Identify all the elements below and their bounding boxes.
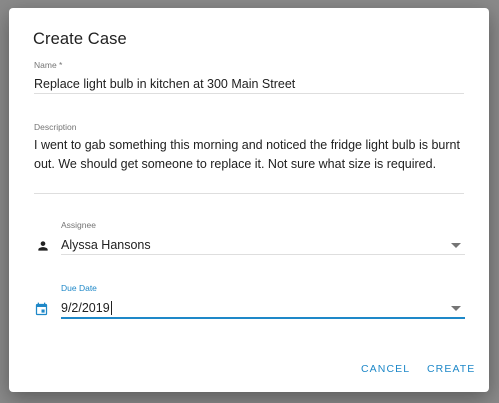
name-underline xyxy=(34,93,464,94)
description-underline xyxy=(34,193,464,194)
create-case-dialog: Create Case Name * Replace light bulb in… xyxy=(9,8,489,392)
name-field[interactable]: Replace light bulb in kitchen at 300 Mai… xyxy=(34,77,295,91)
create-button[interactable]: CREATE xyxy=(421,359,481,379)
dialog-title: Create Case xyxy=(33,30,127,48)
text-caret xyxy=(111,301,112,315)
cancel-button[interactable]: CANCEL xyxy=(355,359,416,379)
calendar-icon[interactable] xyxy=(34,302,49,322)
assignee-label: Assignee xyxy=(61,220,96,230)
assignee-dropdown-arrow-icon[interactable] xyxy=(451,243,461,248)
assignee-select[interactable]: Alyssa Hansons xyxy=(61,238,151,252)
description-field[interactable]: I went to gab something this morning and… xyxy=(34,136,466,174)
person-icon xyxy=(36,239,50,258)
due-date-field[interactable]: 9/2/2019 xyxy=(61,301,110,315)
assignee-underline xyxy=(61,254,465,255)
due-date-dropdown-arrow-icon[interactable] xyxy=(451,306,461,311)
due-date-label: Due Date xyxy=(61,283,97,293)
name-label: Name * xyxy=(34,60,63,70)
description-label: Description xyxy=(34,122,77,132)
due-date-underline xyxy=(61,317,465,319)
